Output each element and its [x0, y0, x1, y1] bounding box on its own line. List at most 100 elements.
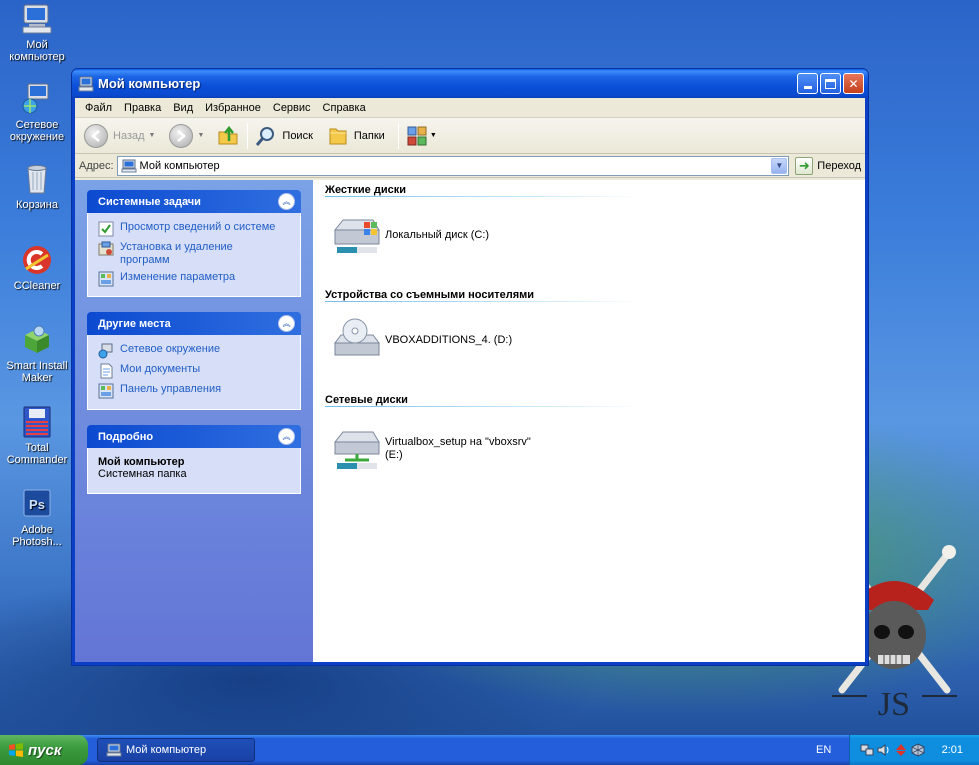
close-icon: ✕ — [848, 76, 859, 91]
drive-c[interactable]: Локальный диск (C:) — [325, 203, 853, 267]
desktop-icon-recycle-bin[interactable]: Корзина — [0, 162, 74, 211]
menu-bar: Файл Правка Вид Избранное Сервис Справка — [75, 98, 865, 118]
watermark-text: JS — [878, 686, 910, 723]
place-network[interactable]: Сетевое окружение — [98, 343, 290, 359]
place-my-documents[interactable]: Мои документы — [98, 363, 290, 379]
smart-install-maker-icon — [25, 325, 49, 353]
address-label: Адрес: — [79, 159, 114, 172]
collapse-chevron-icon[interactable]: ︽ — [278, 315, 295, 332]
drive-label: Virtualbox_setup на "vboxsrv" (E:) — [385, 436, 531, 461]
forward-dropdown-icon[interactable]: ▼ — [197, 132, 204, 139]
window-titlebar[interactable]: Мой компьютер ✕ — [72, 69, 868, 98]
up-folder-button[interactable] — [213, 121, 243, 151]
forward-arrow-icon — [169, 123, 194, 148]
menu-favorites[interactable]: Избранное — [199, 99, 267, 117]
task-pane: Системные задачи ︽ Просмотр сведений о с… — [75, 180, 313, 662]
safely-remove-icon[interactable] — [894, 743, 908, 757]
svg-text:Ps: Ps — [29, 497, 45, 512]
volume-icon[interactable] — [877, 743, 891, 757]
my-computer-icon — [22, 4, 52, 34]
details-title: Подробно — [98, 430, 154, 443]
collapse-chevron-icon[interactable]: ︽ — [278, 193, 295, 210]
group-header-hard-drives: Жесткие диски — [325, 184, 406, 196]
desktop-icon-smart-install-maker[interactable]: Smart Install Maker — [0, 323, 74, 384]
menu-help[interactable]: Справка — [317, 99, 372, 117]
other-places-title: Другие места — [98, 317, 171, 330]
total-commander-icon — [23, 406, 51, 438]
search-icon — [256, 126, 275, 146]
taskbar-item-label: Мой компьютер — [126, 744, 207, 756]
network-tray-icon[interactable] — [860, 743, 874, 757]
place-control-panel[interactable]: Панель управления — [98, 383, 290, 399]
views-icon — [407, 126, 427, 145]
search-button[interactable]: Поиск — [252, 121, 315, 151]
menu-file[interactable]: Файл — [79, 99, 118, 117]
desktop-icon-my-computer[interactable]: Мой компьютер — [0, 2, 74, 63]
back-label: Назад — [113, 129, 145, 142]
task-view-system-info[interactable]: Просмотр сведений о системе — [98, 221, 290, 237]
forward-button[interactable]: ▼ — [166, 121, 207, 151]
minimize-button[interactable] — [797, 73, 818, 94]
back-button[interactable]: Назад ▼ — [81, 121, 158, 151]
details-type: Системная папка — [98, 468, 187, 480]
explorer-body: Системные задачи ︽ Просмотр сведений о с… — [75, 180, 865, 662]
menu-edit[interactable]: Правка — [118, 99, 167, 117]
toolbar-separator — [397, 122, 399, 149]
taskbar-item-my-computer[interactable]: Мой компьютер — [97, 738, 255, 762]
desktop-icon-ccleaner[interactable]: CCleaner — [0, 243, 74, 292]
drive-list: Жесткие диски Локальный диск (C:) Устрой… — [313, 180, 865, 662]
other-places-header[interactable]: Другие места ︽ — [87, 312, 301, 335]
folders-label: Папки — [353, 129, 385, 142]
system-tasks-panel: Системные задачи ︽ Просмотр сведений о с… — [87, 190, 301, 297]
taskbar: пуск Мой компьютер EN 2:01 — [0, 735, 979, 765]
task-label: Просмотр сведений о системе — [120, 221, 276, 233]
address-dropdown-icon[interactable]: ▼ — [771, 157, 788, 174]
recycle-bin-icon — [27, 165, 47, 194]
desktop-icon-network-places[interactable]: Сетевое окружение — [0, 82, 74, 143]
network-places-icon — [22, 83, 49, 114]
details-header[interactable]: Подробно ︽ — [87, 425, 301, 448]
start-button[interactable]: пуск — [0, 735, 88, 765]
details-panel: Подробно ︽ Мой компьютер Системная папка — [87, 425, 301, 494]
clock[interactable]: 2:01 — [942, 744, 963, 756]
task-label: Изменение параметра — [120, 271, 236, 283]
maximize-button[interactable] — [820, 73, 841, 94]
go-button[interactable]: ➜ Переход — [795, 156, 861, 175]
desktop-icon-total-commander[interactable]: Total Commander — [0, 405, 74, 466]
network-places-icon — [98, 343, 113, 359]
group-divider — [325, 406, 853, 407]
hard-drive-icon — [333, 219, 380, 253]
menu-view[interactable]: Вид — [167, 99, 199, 117]
drive-d[interactable]: VBOXADDITIONS_4. (D:) — [325, 308, 853, 372]
my-computer-icon — [78, 76, 94, 91]
desktop-icon-photoshop[interactable]: Ps Adobe Photosh... — [0, 487, 74, 548]
maximize-icon — [825, 78, 836, 89]
cd-drive-icon — [334, 318, 380, 356]
desktop-icon-label: Adobe Photosh... — [12, 524, 62, 548]
system-tasks-title: Системные задачи — [98, 195, 201, 208]
drive-e[interactable]: Virtualbox_setup на "vboxsrv" (E:) — [325, 413, 853, 485]
address-field[interactable]: Мой компьютер ▼ — [116, 155, 790, 176]
desktop-icon-label: Мой компьютер — [9, 39, 65, 63]
place-label: Сетевое окружение — [120, 343, 221, 355]
back-dropdown-icon[interactable]: ▼ — [149, 132, 156, 139]
my-computer-icon — [106, 743, 122, 757]
address-bar: Адрес: Мой компьютер ▼ ➜ Переход — [75, 154, 865, 178]
collapse-chevron-icon[interactable]: ︽ — [278, 428, 295, 445]
task-change-settings[interactable]: Изменение параметра — [98, 271, 290, 287]
desktop-icon-label: Smart Install Maker — [6, 360, 68, 384]
other-places-panel: Другие места ︽ Сетевое окружение Мои док… — [87, 312, 301, 410]
search-label: Поиск — [282, 129, 313, 142]
group-divider — [325, 301, 853, 302]
close-button[interactable]: ✕ — [843, 73, 864, 94]
virtualbox-tray-icon[interactable] — [911, 743, 925, 757]
folders-button[interactable]: Папки — [324, 121, 388, 151]
minimize-icon — [803, 86, 812, 89]
start-label: пуск — [28, 741, 62, 759]
views-dropdown-icon[interactable]: ▼ — [430, 132, 437, 139]
task-add-remove-programs[interactable]: Установка и удаление программ — [98, 241, 290, 267]
menu-tools[interactable]: Сервис — [267, 99, 317, 117]
language-indicator[interactable]: EN — [816, 735, 831, 765]
system-tasks-header[interactable]: Системные задачи ︽ — [87, 190, 301, 213]
views-button[interactable]: ▼ — [403, 121, 440, 151]
